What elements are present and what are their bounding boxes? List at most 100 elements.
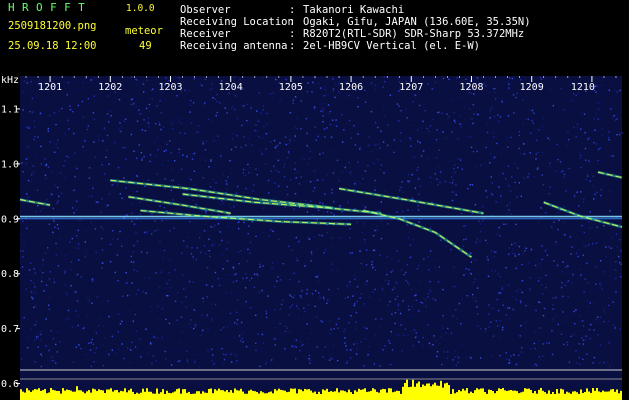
noise-speck	[204, 159, 207, 161]
noise-speck	[129, 362, 131, 364]
noise-speck	[273, 338, 276, 340]
noise-speck	[359, 146, 361, 148]
noise-speck	[186, 155, 188, 158]
noise-speck	[325, 94, 327, 97]
noise-speck	[278, 171, 280, 173]
noise-speck	[522, 253, 524, 255]
noise-speck	[384, 115, 386, 117]
noise-speck	[164, 187, 167, 190]
noise-speck	[93, 361, 95, 363]
noise-speck	[47, 247, 49, 249]
noise-speck	[485, 190, 487, 192]
noise-speck	[552, 318, 555, 320]
noise-speck	[530, 132, 532, 134]
noise-speck	[46, 365, 49, 367]
noise-speck	[300, 128, 302, 130]
noise-speck	[106, 113, 109, 115]
histogram-bar	[46, 393, 48, 400]
noise-speck	[489, 162, 491, 164]
noise-speck	[46, 198, 48, 201]
noise-speck	[159, 205, 161, 207]
noise-speck	[52, 337, 54, 340]
noise-speck	[580, 111, 582, 113]
histogram-bar	[72, 391, 74, 400]
noise-speck	[103, 127, 105, 129]
noise-speck	[36, 189, 39, 191]
noise-speck	[34, 156, 36, 158]
noise-speck	[546, 254, 549, 256]
noise-speck	[515, 267, 517, 269]
noise-speck	[391, 349, 394, 351]
noise-speck	[441, 325, 443, 327]
noise-speck	[188, 323, 191, 325]
noise-speck	[608, 342, 610, 344]
noise-speck	[294, 168, 296, 170]
noise-speck	[397, 309, 399, 311]
noise-speck	[434, 81, 436, 84]
noise-speck	[485, 85, 487, 87]
noise-speck	[84, 255, 86, 258]
noise-speck	[193, 354, 196, 356]
noise-speck	[317, 209, 320, 211]
histogram-bar	[120, 390, 122, 400]
noise-speck	[186, 359, 188, 361]
noise-speck	[152, 335, 154, 337]
noise-speck	[470, 252, 472, 254]
noise-speck	[490, 192, 493, 194]
noise-speck	[371, 261, 373, 263]
noise-speck	[242, 277, 244, 280]
noise-speck	[101, 237, 103, 240]
noise-speck	[257, 120, 259, 122]
noise-speck	[403, 334, 405, 336]
noise-speck	[102, 140, 104, 142]
noise-speck	[587, 138, 589, 140]
histogram-bar	[204, 392, 206, 400]
noise-speck	[194, 184, 196, 186]
noise-speck	[490, 153, 492, 155]
noise-speck	[273, 285, 276, 288]
noise-speck	[582, 244, 585, 246]
noise-speck	[457, 356, 460, 359]
noise-speck	[302, 344, 304, 346]
noise-speck	[119, 193, 121, 195]
histogram-bar	[20, 389, 22, 400]
noise-speck	[348, 119, 351, 122]
noise-speck	[599, 147, 601, 149]
noise-speck	[121, 343, 123, 345]
histogram-bar	[188, 391, 190, 400]
noise-speck	[491, 182, 493, 184]
noise-speck	[400, 186, 402, 189]
noise-speck	[64, 270, 66, 272]
noise-speck	[437, 281, 440, 283]
noise-speck	[348, 161, 350, 164]
histogram-bar	[312, 392, 314, 400]
noise-speck	[409, 315, 412, 317]
noise-speck	[580, 274, 582, 276]
noise-speck	[255, 124, 257, 126]
histogram-bar	[360, 389, 362, 400]
noise-speck	[523, 153, 525, 155]
noise-speck	[45, 164, 47, 167]
noise-speck	[234, 108, 236, 111]
noise-speck	[521, 291, 523, 294]
noise-speck	[216, 100, 218, 103]
noise-speck	[133, 223, 136, 225]
noise-speck	[94, 156, 97, 158]
noise-speck	[383, 76, 385, 78]
noise-speck	[47, 130, 49, 132]
noise-speck	[562, 295, 564, 298]
noise-speck	[506, 137, 509, 139]
noise-speck	[292, 99, 294, 102]
histogram-bar	[214, 389, 216, 400]
noise-speck	[331, 263, 333, 265]
noise-speck	[486, 256, 488, 258]
noise-speck	[364, 239, 366, 241]
noise-speck	[457, 138, 459, 140]
noise-speck	[509, 202, 511, 204]
noise-speck	[601, 128, 603, 130]
noise-speck	[261, 289, 263, 292]
noise-speck	[417, 178, 420, 180]
noise-speck	[148, 117, 150, 119]
noise-speck	[74, 152, 76, 154]
noise-speck	[336, 359, 339, 362]
